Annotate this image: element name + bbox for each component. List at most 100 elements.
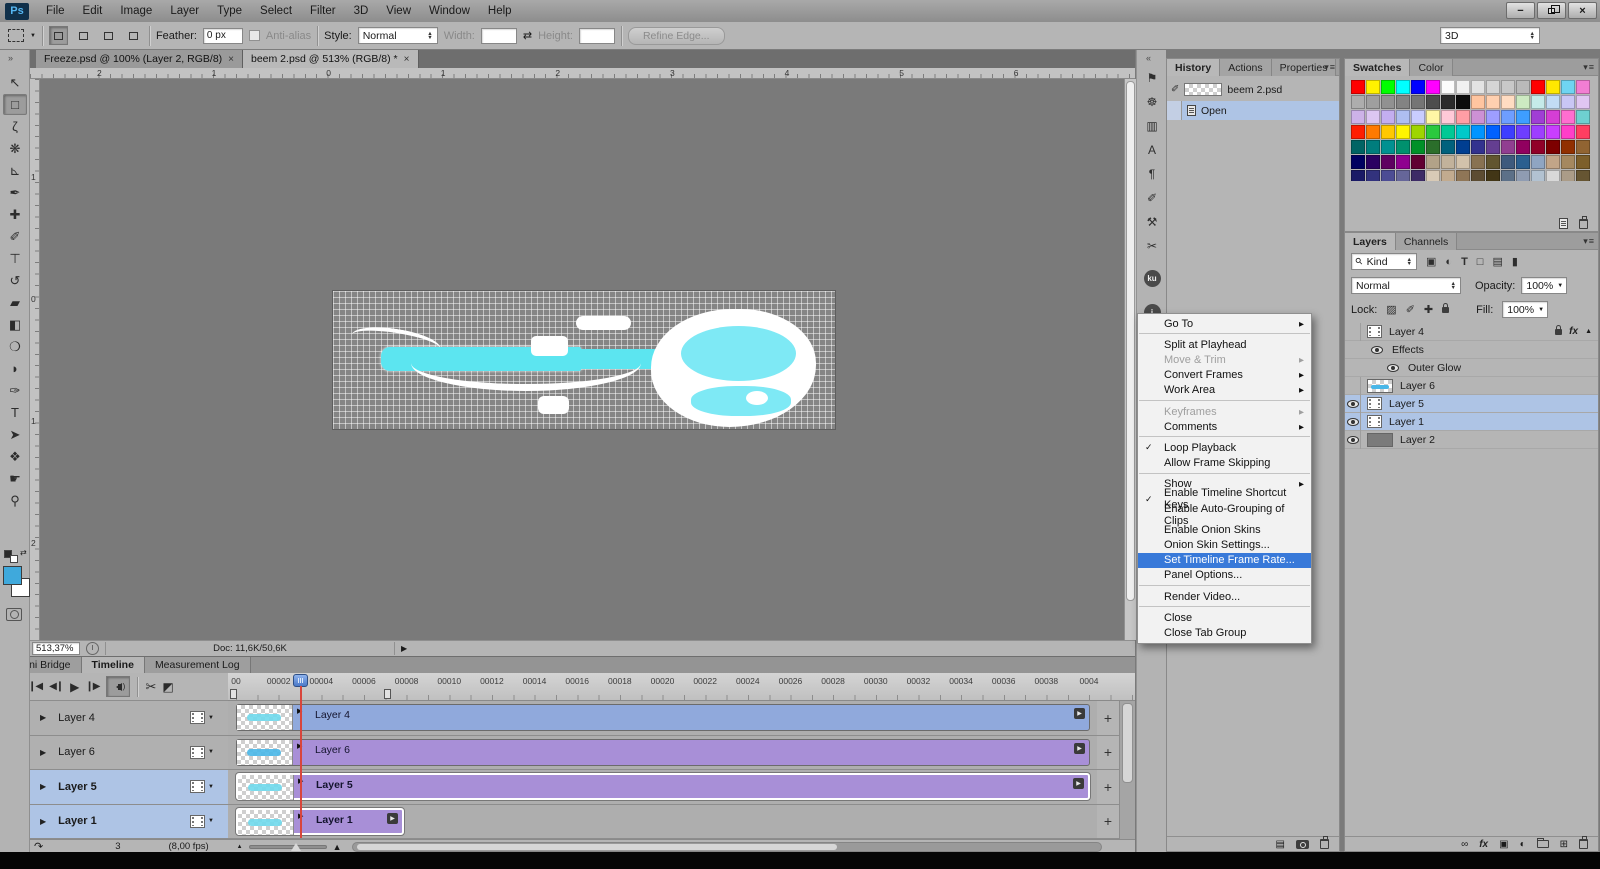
context-menu-item[interactable]: ✓ ▶ bbox=[1139, 333, 1310, 335]
context-menu-item[interactable]: ✓ ▶ bbox=[1139, 400, 1310, 402]
foreground-color-swatch[interactable] bbox=[3, 566, 22, 585]
visibility-toggle[interactable] bbox=[1345, 377, 1361, 395]
color-swatch[interactable] bbox=[1486, 95, 1500, 109]
color-swatch[interactable] bbox=[1516, 155, 1530, 169]
context-menu-item[interactable]: ✓ Convert Frames ▶ bbox=[1138, 368, 1311, 383]
clip-layer6[interactable]: ▶Layer 6▶ bbox=[236, 739, 1090, 766]
clip-end-icon[interactable]: ▶ bbox=[387, 813, 398, 824]
color-swatch[interactable] bbox=[1351, 110, 1365, 124]
clip-end-icon[interactable]: ▶ bbox=[1074, 743, 1085, 754]
menubar-item[interactable]: File bbox=[37, 0, 74, 22]
color-swatch[interactable] bbox=[1561, 155, 1575, 169]
timeline-ruler[interactable]: 0000002000040000600008000100001200014000… bbox=[228, 673, 1135, 701]
opacity-field[interactable]: 100%▼ bbox=[1521, 277, 1567, 294]
color-swatch[interactable] bbox=[1501, 80, 1515, 94]
color-swatch[interactable] bbox=[1531, 170, 1545, 181]
tool-preset-caret-icon[interactable]: ▼ bbox=[30, 33, 36, 39]
width-input[interactable] bbox=[481, 28, 517, 44]
color-swatch[interactable] bbox=[1561, 125, 1575, 139]
color-swatch[interactable] bbox=[1531, 110, 1545, 124]
color-swatch[interactable] bbox=[1471, 110, 1485, 124]
lock-transparency-icon[interactable]: ▨ bbox=[1386, 303, 1396, 316]
notes-panel-icon[interactable]: ⚑ bbox=[1142, 70, 1162, 85]
gradient-tool[interactable]: ◧ bbox=[3, 314, 27, 335]
color-swatch[interactable] bbox=[1411, 170, 1425, 181]
context-menu-item[interactable]: ✓ Close ▶ bbox=[1138, 610, 1311, 625]
tab-color[interactable]: Color bbox=[1410, 59, 1452, 76]
color-swatch[interactable] bbox=[1381, 125, 1395, 139]
filter-adjustment-layers-icon[interactable]: ◐ bbox=[1445, 256, 1452, 268]
blur-tool[interactable]: ❍ bbox=[3, 336, 27, 357]
minimize-button[interactable]: − bbox=[1506, 2, 1535, 19]
delete-layer-icon[interactable] bbox=[1579, 839, 1588, 849]
color-swatch[interactable] bbox=[1411, 155, 1425, 169]
color-swatch[interactable] bbox=[1456, 155, 1470, 169]
context-menu-item[interactable]: ✓ Keyframes ▶ bbox=[1138, 404, 1311, 419]
close-tab-icon[interactable]: × bbox=[228, 54, 234, 65]
history-brush-source-icon[interactable]: ✐ bbox=[1171, 84, 1179, 95]
color-swatch[interactable] bbox=[1516, 110, 1530, 124]
color-swatch[interactable] bbox=[1561, 170, 1575, 181]
color-swatch[interactable] bbox=[1501, 170, 1515, 181]
color-swatch[interactable] bbox=[1576, 80, 1590, 94]
track-header-layer5[interactable]: ▶Layer 5▼ bbox=[0, 770, 228, 805]
color-swatch[interactable] bbox=[1471, 170, 1485, 181]
color-swatch[interactable] bbox=[1576, 95, 1590, 109]
context-menu-item[interactable]: ✓ Loop Playback ▶ bbox=[1138, 440, 1311, 455]
color-swatch[interactable] bbox=[1576, 125, 1590, 139]
color-swatch[interactable] bbox=[1441, 140, 1455, 154]
color-swatch[interactable] bbox=[1426, 95, 1440, 109]
zoom-out-timeline-icon[interactable]: ▲ bbox=[237, 844, 243, 850]
panel-menu-icon[interactable]: ▾≡ bbox=[1583, 236, 1595, 247]
tool-presets-panel-icon[interactable]: ⚒ bbox=[1142, 214, 1162, 229]
color-swatch[interactable] bbox=[1351, 95, 1365, 109]
zoom-in-timeline-icon[interactable]: ▲ bbox=[333, 842, 342, 852]
brush-tool[interactable]: ✐ bbox=[3, 226, 27, 247]
workspace-select[interactable]: 3D▲▼ bbox=[1440, 27, 1540, 44]
new-layer-icon[interactable]: ⊞ bbox=[1560, 839, 1568, 850]
context-menu-item[interactable]: ✓ Close Tab Group ▶ bbox=[1138, 625, 1311, 640]
new-document-from-state-icon[interactable]: ▤ bbox=[1276, 839, 1285, 850]
context-menu-item[interactable]: ✓ Render Video... ▶ bbox=[1138, 589, 1311, 604]
color-swatch[interactable] bbox=[1366, 95, 1380, 109]
color-swatch[interactable] bbox=[1561, 95, 1575, 109]
clip-layer5[interactable]: ▶Layer 5▶ bbox=[236, 773, 1090, 800]
character-panel-icon[interactable]: A bbox=[1142, 142, 1162, 157]
add-to-selection-button[interactable] bbox=[74, 26, 93, 45]
color-swatch[interactable] bbox=[1576, 140, 1590, 154]
refine-edge-button[interactable]: Refine Edge... bbox=[628, 27, 725, 45]
color-swatch[interactable] bbox=[1441, 125, 1455, 139]
context-menu-item[interactable]: ✓ ▶ bbox=[1139, 473, 1310, 475]
color-swatch[interactable] bbox=[1531, 125, 1545, 139]
first-frame-button[interactable]: ❙◀ bbox=[28, 681, 42, 692]
layer-row-layer6[interactable]: Layer 6 bbox=[1345, 377, 1598, 395]
color-swatch[interactable] bbox=[1516, 95, 1530, 109]
blend-mode-select[interactable]: Normal▲▼ bbox=[1351, 277, 1461, 294]
color-swatch[interactable] bbox=[1411, 80, 1425, 94]
color-swatch[interactable] bbox=[1471, 125, 1485, 139]
tab-measurement-log[interactable]: Measurement Log bbox=[145, 657, 251, 673]
color-swatch[interactable] bbox=[1441, 95, 1455, 109]
crop-tool[interactable]: ⊾ bbox=[3, 160, 27, 181]
feather-input[interactable]: 0 px bbox=[203, 28, 243, 44]
antialias-checkbox[interactable] bbox=[249, 30, 260, 41]
status-flyout-icon[interactable]: ▶ bbox=[401, 644, 407, 653]
spot-healing-brush-tool[interactable]: ✚ bbox=[3, 204, 27, 225]
new-adjustment-layer-icon[interactable]: ◐ bbox=[1520, 839, 1526, 850]
add-layer-mask-icon[interactable]: ▣ bbox=[1499, 839, 1508, 850]
color-swatch[interactable] bbox=[1381, 140, 1395, 154]
track-menu-icon[interactable]: ▼ bbox=[208, 715, 214, 721]
color-swatch[interactable] bbox=[1366, 170, 1380, 181]
color-swatch[interactable] bbox=[1381, 170, 1395, 181]
color-swatch[interactable] bbox=[1516, 80, 1530, 94]
filter-kind-select[interactable]: ⚲Kind▲▼ bbox=[1351, 253, 1417, 270]
delete-swatch-icon[interactable] bbox=[1579, 219, 1588, 229]
color-swatch[interactable] bbox=[1396, 110, 1410, 124]
custom-shape-tool[interactable]: ❖ bbox=[3, 446, 27, 467]
color-swatch[interactable] bbox=[1456, 110, 1470, 124]
disclosure-icon[interactable]: ▶ bbox=[40, 817, 46, 826]
add-media-button[interactable]: + bbox=[1097, 770, 1119, 805]
color-swatch[interactable] bbox=[1426, 110, 1440, 124]
color-swatch[interactable] bbox=[1486, 125, 1500, 139]
add-media-button[interactable]: + bbox=[1097, 701, 1119, 736]
